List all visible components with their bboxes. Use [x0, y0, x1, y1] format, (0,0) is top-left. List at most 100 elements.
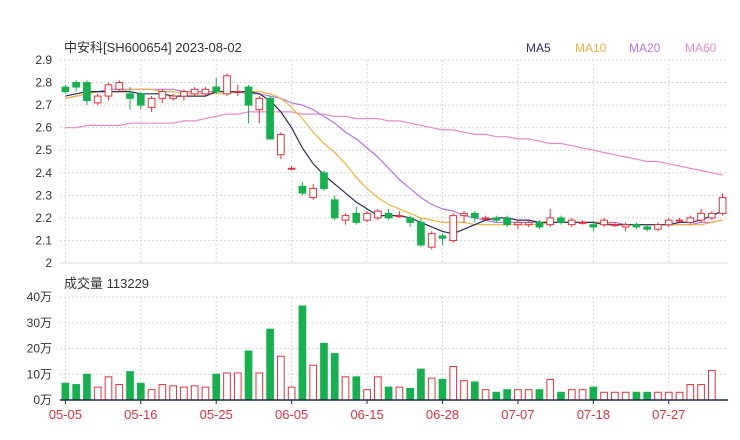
candle	[136, 91, 145, 110]
candle-body	[363, 212, 371, 221]
volume-bar	[427, 377, 436, 401]
candle	[632, 222, 641, 230]
price-tick-label: 2.1	[35, 233, 52, 247]
candle	[126, 87, 134, 110]
candle-body	[675, 219, 684, 222]
candle-body	[470, 212, 479, 219]
candle	[363, 211, 371, 223]
volume-bar	[72, 384, 81, 401]
price-tick-label: 2.3	[35, 188, 52, 202]
volume-bar	[212, 373, 221, 401]
volume-bar	[707, 369, 716, 401]
candle	[546, 208, 555, 227]
candle	[158, 89, 167, 103]
candle-body	[707, 212, 716, 219]
candle-body	[427, 233, 436, 248]
volume-bar	[373, 376, 382, 401]
candle-body	[104, 84, 113, 97]
candle	[460, 211, 468, 223]
candle-body	[72, 82, 81, 88]
volume-bar	[158, 384, 167, 401]
candle	[255, 96, 264, 124]
volume-bar	[277, 355, 285, 401]
candle-body	[406, 217, 415, 223]
candle	[664, 217, 673, 227]
candle	[697, 208, 705, 223]
candle	[675, 217, 684, 223]
volume-bar	[546, 378, 555, 401]
volume-bar	[223, 372, 231, 401]
volume-bar	[611, 391, 619, 401]
candle-body	[115, 82, 124, 90]
volume-bar	[675, 391, 684, 401]
candle	[147, 96, 156, 112]
candle	[72, 80, 81, 92]
volume-bar	[61, 382, 70, 401]
price-tick-label: 2.4	[35, 166, 52, 180]
price-tick-label: 2.9	[35, 53, 52, 67]
candle-body	[255, 97, 264, 111]
candle	[643, 224, 652, 232]
volume-bar	[233, 372, 242, 401]
legend-ma20: MA20	[629, 41, 661, 55]
price-tick-label: 2.5	[35, 143, 52, 157]
candle-body	[492, 217, 501, 221]
candle	[169, 93, 177, 101]
candle	[277, 132, 285, 160]
moving-average-lines	[65, 88, 723, 235]
candle	[223, 73, 231, 97]
volume-bar	[126, 371, 134, 401]
volume-bar	[395, 386, 404, 401]
candle	[438, 233, 447, 245]
candle-body	[277, 133, 285, 156]
stock-chart: 2.9 2.8 2.7 2.6 2.5 2.4 2.3 2.2 2.1 2 40万 30万 20万 10万…	[27, 40, 728, 422]
volume-bar	[600, 391, 608, 401]
candle-body	[233, 91, 242, 94]
volume-bar	[686, 384, 695, 401]
candle	[557, 215, 565, 225]
candle-body	[126, 93, 134, 99]
candle-body	[589, 224, 598, 228]
volume-bar	[460, 380, 468, 401]
candle	[395, 211, 404, 218]
date-tick-label: 05-05	[49, 407, 82, 422]
candle-body	[417, 221, 425, 246]
volume-bar	[524, 389, 533, 401]
candle-body	[697, 212, 705, 221]
candle	[298, 181, 307, 196]
candle-body	[600, 219, 608, 226]
candle	[266, 96, 274, 140]
candle-body	[287, 167, 296, 170]
candle-body	[352, 212, 361, 223]
candle	[514, 220, 522, 230]
candle	[320, 170, 328, 191]
candle	[567, 217, 576, 227]
volume-tick-label: 20万	[27, 342, 52, 356]
price-tick-label: 2.2	[35, 211, 52, 225]
date-tick-label: 06-15	[350, 407, 383, 422]
candle	[707, 211, 716, 221]
volume-tick-label: 0万	[33, 393, 52, 407]
volume-bar	[341, 376, 350, 401]
candle	[341, 213, 350, 225]
volume-bar	[363, 389, 371, 401]
candle-body	[180, 91, 188, 97]
candle	[287, 166, 296, 171]
price-tick-label: 2	[45, 256, 52, 270]
date-tick-label: 06-05	[275, 407, 308, 422]
candle-body	[61, 86, 70, 93]
grid	[60, 59, 728, 401]
volume-bar	[470, 381, 479, 401]
candle-body	[93, 95, 102, 104]
candle-body	[309, 188, 318, 199]
candle-body	[621, 224, 630, 228]
candle-body	[330, 199, 339, 219]
candle-body	[201, 88, 210, 95]
candle-body	[449, 215, 458, 241]
candle	[330, 195, 339, 221]
candle-body	[514, 221, 522, 226]
volume-bar	[104, 376, 113, 401]
volume-tick-label: 30万	[27, 316, 52, 330]
volume-bar	[298, 305, 307, 401]
candle-body	[266, 97, 274, 140]
